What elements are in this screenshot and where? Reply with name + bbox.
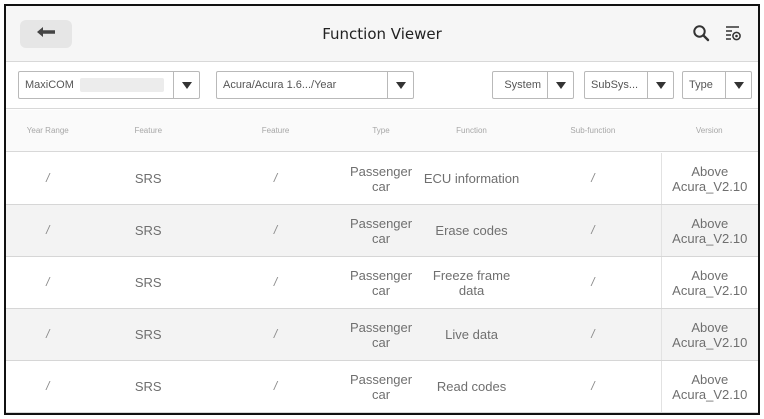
feature-cell: SRS xyxy=(134,223,162,238)
filter-button[interactable] xyxy=(722,24,744,46)
product-dropdown[interactable]: MaxiCOM xyxy=(18,71,200,99)
year-range-cell: / xyxy=(46,327,50,341)
function-cell: ECU information xyxy=(423,171,520,186)
feature-cell: SRS xyxy=(134,171,162,186)
column-header[interactable]: Function xyxy=(418,110,525,151)
feature-cell: / xyxy=(273,275,278,289)
feature-cell: / xyxy=(273,171,278,185)
version-cell: Above Acura_V2.10 xyxy=(660,309,758,360)
table-body: / SRS / Passenger car ECU information / … xyxy=(6,153,758,413)
vehicle-dropdown-value: Acura/Acura 1.6.../Year xyxy=(223,79,337,91)
function-cell: Read codes xyxy=(436,379,507,394)
table-row[interactable]: / SRS / Passenger car Freeze frame data … xyxy=(6,257,758,309)
product-dropdown-value: MaxiCOM xyxy=(19,78,173,92)
version-cell: Above Acura_V2.10 xyxy=(660,257,758,308)
version-cell: Above Acura_V2.10 xyxy=(660,153,758,204)
type-cell: Passenger car xyxy=(349,371,413,402)
chevron-down-icon xyxy=(647,72,673,98)
header-bar: Function Viewer xyxy=(6,6,758,62)
sub-function-cell: / xyxy=(591,379,595,393)
sub-function-cell: / xyxy=(591,171,595,185)
vehicle-dropdown[interactable]: Acura/Acura 1.6.../Year xyxy=(216,71,414,99)
function-cell: Live data xyxy=(445,327,498,342)
table-row[interactable]: / SRS / Passenger car Erase codes / Abov… xyxy=(6,205,758,257)
year-range-cell: / xyxy=(46,171,50,185)
subsystem-dropdown[interactable]: SubSys... xyxy=(584,71,674,99)
type-cell: Passenger car xyxy=(349,215,413,246)
type-cell: Passenger car xyxy=(349,319,413,350)
year-range-cell: / xyxy=(46,275,50,289)
page-title: Function Viewer xyxy=(322,25,442,43)
column-header[interactable]: Sub-function xyxy=(525,110,660,151)
arrow-left-icon xyxy=(36,25,56,43)
version-cell: Above Acura_V2.10 xyxy=(660,361,758,412)
feature-cell: / xyxy=(273,223,278,237)
chevron-down-icon xyxy=(387,72,413,98)
feature-cell: / xyxy=(273,327,278,341)
search-icon xyxy=(692,24,710,47)
type-dropdown-value: Type xyxy=(689,79,713,91)
feature-cell: SRS xyxy=(134,379,162,394)
type-cell: Passenger car xyxy=(349,267,413,298)
year-range-cell: / xyxy=(46,223,50,237)
system-dropdown[interactable]: System xyxy=(492,71,574,99)
column-header[interactable]: Feature xyxy=(207,110,344,151)
chevron-down-icon xyxy=(173,72,199,98)
back-button[interactable] xyxy=(20,20,72,48)
function-cell: Erase codes xyxy=(435,223,508,238)
feature-cell: / xyxy=(273,379,278,393)
column-header[interactable]: Year Range xyxy=(6,110,90,151)
sub-function-cell: / xyxy=(591,275,595,289)
feature-cell: SRS xyxy=(134,275,162,290)
system-dropdown-value: System xyxy=(504,79,541,91)
filter-list-icon xyxy=(724,24,742,47)
subsystem-dropdown-value: SubSys... xyxy=(591,79,639,91)
column-header[interactable]: Type xyxy=(344,110,418,151)
table-row[interactable]: / SRS / Passenger car Read codes / Above… xyxy=(6,361,758,413)
year-range-cell: / xyxy=(46,379,50,393)
table-header: Year Range Feature Feature Type Function… xyxy=(6,110,758,152)
column-header[interactable]: Feature xyxy=(90,110,207,151)
version-cell: Above Acura_V2.10 xyxy=(660,205,758,256)
chevron-down-icon xyxy=(547,72,573,98)
function-viewer-window: Function Viewer MaxiCOM Acura/Acura 1.6.… xyxy=(4,4,760,415)
function-cell: Freeze frame data xyxy=(432,267,511,298)
chevron-down-icon xyxy=(725,72,751,98)
redacted-serial xyxy=(79,78,164,92)
table-row[interactable]: / SRS / Passenger car Live data / Above … xyxy=(6,309,758,361)
sub-function-cell: / xyxy=(591,223,595,237)
search-button[interactable] xyxy=(690,24,712,46)
type-dropdown[interactable]: Type xyxy=(682,71,752,99)
column-header[interactable]: Version xyxy=(661,110,758,151)
feature-cell: SRS xyxy=(134,327,162,342)
type-cell: Passenger car xyxy=(349,163,413,194)
table-row[interactable]: / SRS / Passenger car ECU information / … xyxy=(6,153,758,205)
sub-function-cell: / xyxy=(591,327,595,341)
filter-bar: MaxiCOM Acura/Acura 1.6.../Year System S… xyxy=(6,63,758,109)
